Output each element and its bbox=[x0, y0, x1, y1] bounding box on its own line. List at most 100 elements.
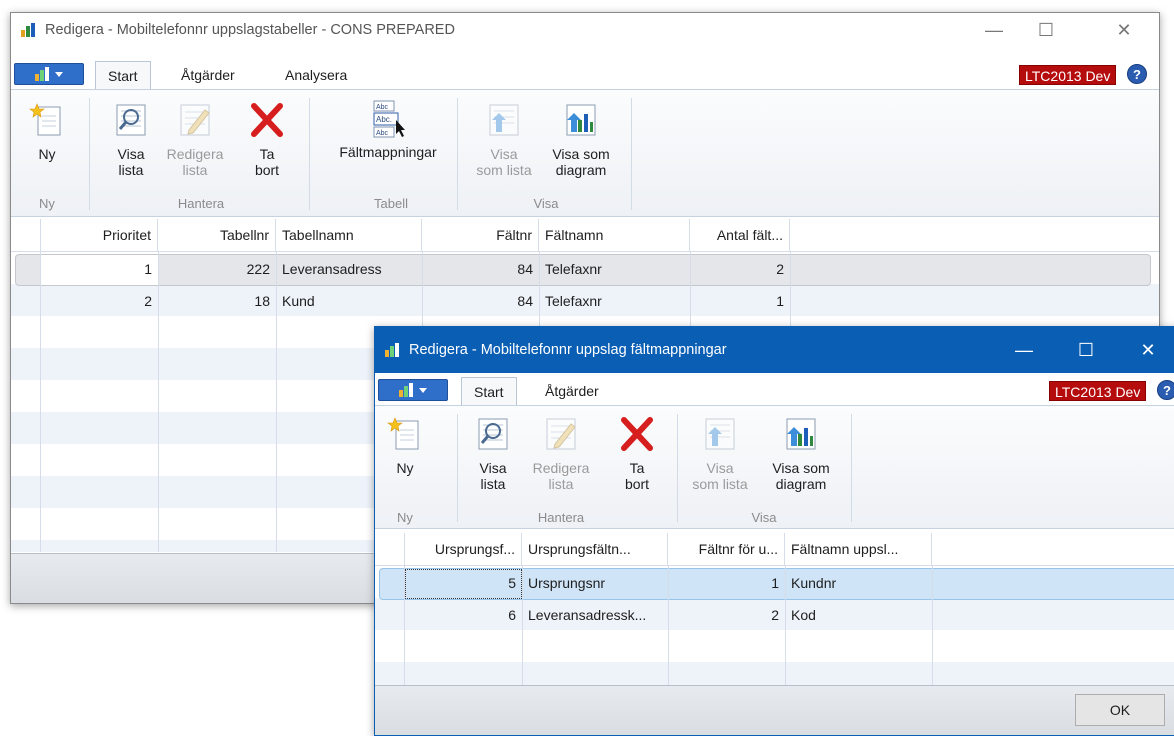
new-document-icon bbox=[29, 102, 65, 138]
cell-field-count[interactable]: 2 bbox=[690, 254, 790, 286]
new-button[interactable]: Ny bbox=[29, 102, 65, 162]
col-header-field-count[interactable]: Antal fält... bbox=[690, 219, 790, 252]
view-list-button[interactable]: Visa lista bbox=[109, 102, 153, 178]
title-bar[interactable]: Redigera - Mobiltelefonnr uppslagstabell… bbox=[11, 13, 1159, 47]
delete-label-1: Ta bbox=[259, 146, 275, 162]
cell-table-name[interactable]: Kund bbox=[276, 286, 422, 318]
group-separator bbox=[457, 98, 458, 210]
show-as-chart-icon bbox=[563, 102, 599, 138]
cell-table-no[interactable]: 222 bbox=[158, 254, 276, 286]
grid-header: Prioritet Tabellnr Tabellnamn Fältnr Fäl… bbox=[11, 219, 1159, 252]
table-row[interactable]: 5 Ursprungsnr 1 Kundnr bbox=[375, 568, 1174, 600]
tab-actions[interactable]: Åtgärder bbox=[533, 377, 611, 405]
col-header-lookup-field-name[interactable]: Fältnamn uppsl... bbox=[785, 533, 932, 566]
table-row[interactable]: 6 Leveransadressk... 2 Kod bbox=[375, 600, 1174, 632]
new-document-icon bbox=[387, 416, 423, 452]
cell-table-name[interactable]: Leveransadress bbox=[276, 254, 422, 286]
show-as-chart-label-1: Visa som bbox=[772, 460, 830, 476]
group-label-manage: Hantera bbox=[177, 196, 225, 211]
show-as-chart-label-2: diagram bbox=[775, 476, 827, 492]
group-separator bbox=[631, 98, 632, 210]
cell-source-field-no[interactable]: 6 bbox=[405, 600, 522, 632]
show-as-list-button[interactable]: Visa som lista bbox=[471, 102, 537, 178]
cell-table-no[interactable]: 18 bbox=[158, 286, 276, 318]
tab-start[interactable]: Start bbox=[95, 61, 151, 89]
app-menu-button[interactable] bbox=[14, 63, 84, 85]
cell-source-field-name[interactable]: Leveransadressk... bbox=[522, 600, 668, 632]
show-as-list-icon bbox=[702, 416, 738, 452]
group-separator bbox=[851, 414, 852, 522]
cell-source-field-name[interactable]: Ursprungsnr bbox=[522, 568, 668, 600]
cell-priority[interactable]: 2 bbox=[41, 286, 158, 318]
close-button[interactable]: ✕ bbox=[1125, 327, 1171, 373]
field-mappings-button[interactable]: Abc Abc. Abc Fältmappningar bbox=[327, 100, 449, 160]
new-button[interactable]: Ny bbox=[387, 416, 423, 476]
svg-text:Abc.: Abc. bbox=[376, 115, 392, 124]
ok-button[interactable]: OK bbox=[1075, 694, 1165, 726]
col-header-table-name[interactable]: Tabellnamn bbox=[276, 219, 422, 252]
title-bar[interactable]: Redigera - Mobiltelefonnr uppslag fältma… bbox=[375, 327, 1174, 373]
view-list-button[interactable]: Visa lista bbox=[471, 416, 515, 492]
show-as-chart-label-1: Visa som bbox=[552, 146, 610, 162]
minimize-button[interactable]: — bbox=[1001, 327, 1047, 373]
view-list-label-2: lista bbox=[118, 162, 144, 178]
cell-field-name[interactable]: Telefaxnr bbox=[539, 254, 690, 286]
cell-lookup-field-name[interactable]: Kundnr bbox=[785, 568, 932, 600]
environment-badge: LTC2013 Dev bbox=[1049, 381, 1147, 401]
cell-lookup-field-name[interactable]: Kod bbox=[785, 600, 932, 632]
close-button[interactable]: ✕ bbox=[1101, 13, 1147, 47]
edit-list-label-1: Redigera bbox=[166, 146, 224, 162]
cell-lookup-field-no[interactable]: 2 bbox=[668, 600, 785, 632]
maximize-button[interactable]: ☐ bbox=[1023, 13, 1069, 47]
minimize-button[interactable]: — bbox=[971, 13, 1017, 47]
group-separator bbox=[309, 98, 310, 210]
grid-line bbox=[276, 252, 277, 552]
app-menu-logo-icon bbox=[399, 383, 415, 397]
col-header-priority[interactable]: Prioritet bbox=[41, 219, 158, 252]
field-mappings-label: Fältmappningar bbox=[339, 144, 437, 160]
group-label-new: Ny bbox=[39, 196, 55, 211]
col-header-field-name[interactable]: Fältnamn bbox=[539, 219, 690, 252]
show-as-chart-button[interactable]: Visa som diagram bbox=[765, 416, 837, 492]
col-header-table-no[interactable]: Tabellnr bbox=[158, 219, 276, 252]
delete-button[interactable]: Ta bort bbox=[619, 416, 655, 492]
view-list-label-1: Visa bbox=[117, 146, 145, 162]
maximize-button[interactable]: ☐ bbox=[1063, 327, 1109, 373]
view-list-label-2: lista bbox=[480, 476, 506, 492]
delete-button[interactable]: Ta bort bbox=[249, 102, 285, 178]
cell-field-count[interactable]: 1 bbox=[690, 286, 790, 318]
cell-priority[interactable]: 1 bbox=[41, 254, 158, 286]
delete-label-1: Ta bbox=[629, 460, 645, 476]
tab-start[interactable]: Start bbox=[461, 377, 517, 405]
field-mappings-icon: Abc Abc. Abc bbox=[370, 100, 406, 138]
cell-field-no[interactable]: 84 bbox=[422, 286, 539, 318]
grid-line bbox=[668, 566, 669, 685]
view-list-icon bbox=[113, 102, 149, 138]
show-as-chart-button[interactable]: Visa som diagram bbox=[545, 102, 617, 178]
cell-field-name[interactable]: Telefaxnr bbox=[539, 286, 690, 318]
grid-line bbox=[932, 566, 933, 685]
table-row[interactable]: 2 18 Kund 84 Telefaxnr 1 bbox=[11, 286, 1159, 318]
col-header-source-field-name[interactable]: Ursprungsfältn... bbox=[522, 533, 668, 566]
help-icon[interactable]: ? bbox=[1157, 380, 1174, 400]
group-label-new: Ny bbox=[397, 510, 413, 525]
tab-analyze[interactable]: Analysera bbox=[273, 61, 359, 89]
help-icon[interactable]: ? bbox=[1127, 64, 1147, 84]
edit-list-button[interactable]: Redigera lista bbox=[165, 102, 225, 178]
col-header-lookup-field-no[interactable]: Fältnr för u... bbox=[668, 533, 785, 566]
col-header-field-no[interactable]: Fältnr bbox=[422, 219, 539, 252]
group-separator bbox=[89, 98, 90, 210]
table-row[interactable]: 1 222 Leveransadress 84 Telefaxnr 2 bbox=[11, 254, 1159, 286]
edit-list-label-2: lista bbox=[548, 476, 574, 492]
col-header-source-field-no[interactable]: Ursprungsf... bbox=[405, 533, 522, 566]
cell-field-no[interactable]: 84 bbox=[422, 254, 539, 286]
tab-actions[interactable]: Åtgärder bbox=[169, 61, 247, 89]
show-as-list-button[interactable]: Visa som lista bbox=[687, 416, 753, 492]
ribbon: Ny Visa lista Redigera lista Ta bort Abc bbox=[11, 89, 1159, 217]
cell-lookup-field-no[interactable]: 1 bbox=[668, 568, 785, 600]
edit-list-button[interactable]: Redigera lista bbox=[531, 416, 591, 492]
cell-source-field-no[interactable]: 5 bbox=[405, 568, 522, 600]
group-label-view: Visa bbox=[533, 196, 559, 211]
delete-label-2: bort bbox=[254, 162, 280, 178]
app-menu-button[interactable] bbox=[378, 379, 448, 401]
